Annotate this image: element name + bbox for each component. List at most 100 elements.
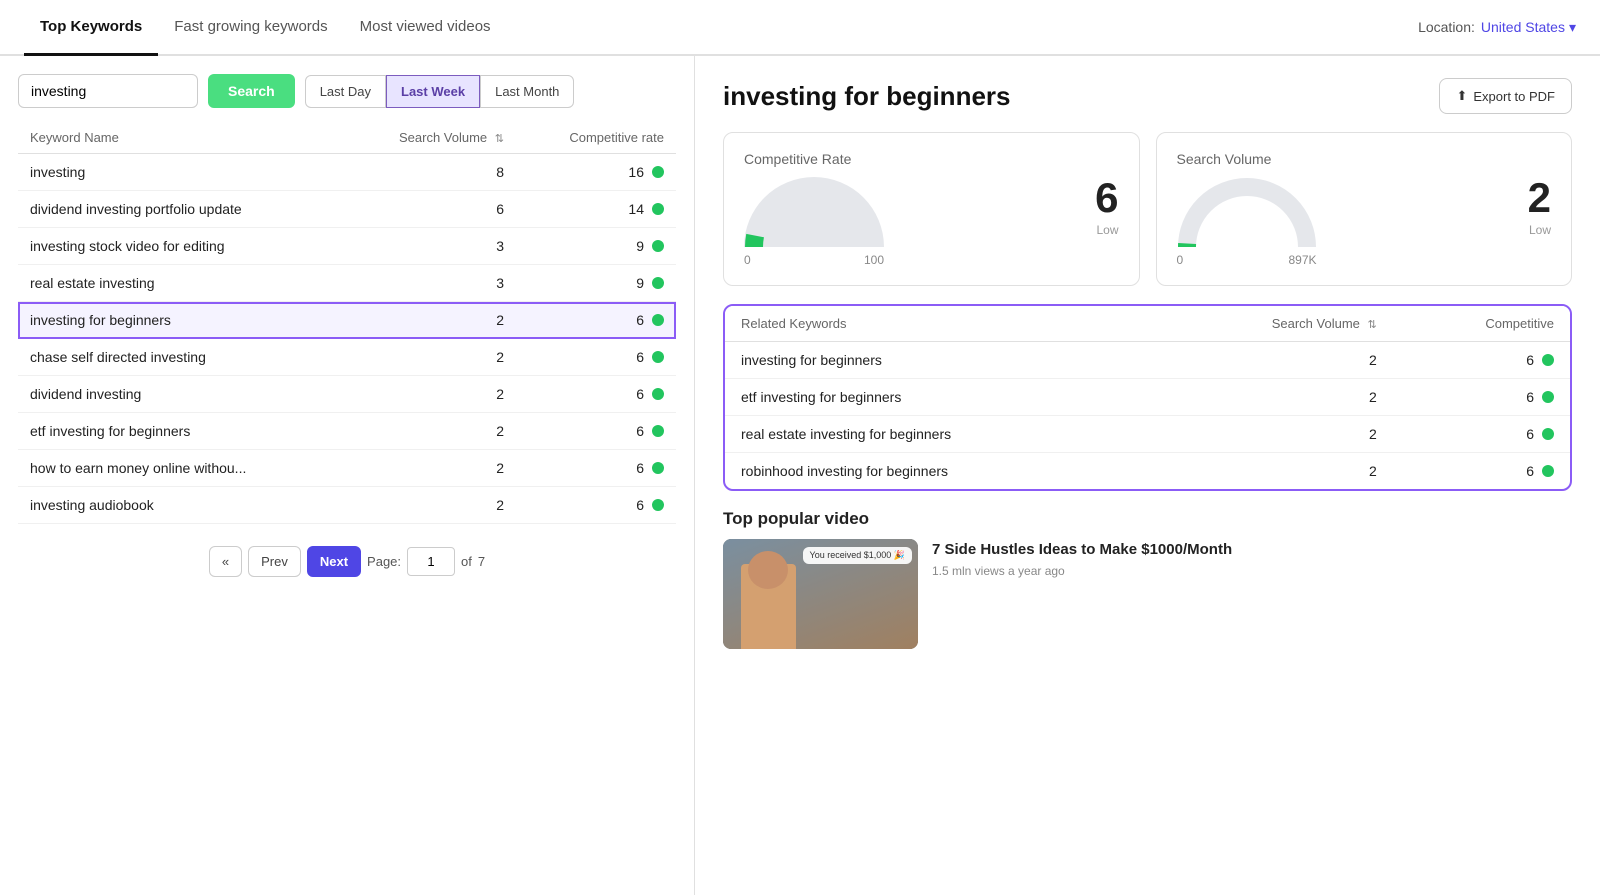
keyword-cell: investing stock video for editing bbox=[18, 228, 342, 265]
video-thumbnail: You received $1,000 🎉 bbox=[723, 539, 918, 649]
of-label: of bbox=[461, 554, 472, 569]
competitive-value: 6 bbox=[636, 497, 644, 513]
related-table-row[interactable]: robinhood investing for beginners 2 6 bbox=[725, 453, 1570, 490]
table-row[interactable]: etf investing for beginners 2 6 bbox=[18, 413, 676, 450]
related-competitive-dot bbox=[1542, 354, 1554, 366]
video-card[interactable]: You received $1,000 🎉 7 Side Hustles Ide… bbox=[723, 539, 1572, 649]
location-link[interactable]: United States ▾ bbox=[1481, 19, 1576, 36]
search-volume-label: Search Volume bbox=[1177, 151, 1552, 167]
related-keywords-section: Related Keywords Search Volume ⇅ Competi… bbox=[723, 304, 1572, 491]
right-panel: investing for beginners ⬆ Export to PDF … bbox=[695, 56, 1600, 895]
competitive-value: 6 bbox=[636, 312, 644, 328]
search-volume-card: Search Volume 0 897K bbox=[1156, 132, 1573, 286]
volume-cell: 6 bbox=[342, 191, 516, 228]
related-competitive-value: 6 bbox=[1526, 389, 1534, 405]
table-row[interactable]: investing 8 16 bbox=[18, 154, 676, 191]
video-meta: 1.5 mln views a year ago bbox=[932, 564, 1232, 578]
table-row[interactable]: dividend investing portfolio update 6 14 bbox=[18, 191, 676, 228]
filter-last-day[interactable]: Last Day bbox=[305, 75, 386, 108]
competitive-dot bbox=[652, 314, 664, 326]
competitive-cell: 6 bbox=[516, 450, 676, 487]
tab-fast-growing[interactable]: Fast growing keywords bbox=[158, 0, 343, 56]
related-sort-icon[interactable]: ⇅ bbox=[1368, 319, 1377, 331]
competitive-cell: 9 bbox=[516, 265, 676, 302]
volume-cell: 2 bbox=[342, 487, 516, 524]
competitive-cell: 6 bbox=[516, 339, 676, 376]
prev-button[interactable]: Prev bbox=[248, 546, 301, 577]
related-col-competitive: Competitive bbox=[1393, 306, 1570, 342]
keyword-cell: investing bbox=[18, 154, 342, 191]
table-row[interactable]: chase self directed investing 2 6 bbox=[18, 339, 676, 376]
col-competitive-rate: Competitive rate bbox=[516, 122, 676, 154]
first-page-button[interactable]: « bbox=[209, 546, 242, 577]
table-row[interactable]: real estate investing 3 9 bbox=[18, 265, 676, 302]
volume-cell: 2 bbox=[342, 450, 516, 487]
export-label: Export to PDF bbox=[1473, 89, 1555, 104]
related-col-keyword: Related Keywords bbox=[725, 306, 1151, 342]
filter-last-week[interactable]: Last Week bbox=[386, 75, 480, 108]
competitive-dot bbox=[652, 499, 664, 511]
tab-top-keywords[interactable]: Top Keywords bbox=[24, 0, 158, 56]
detail-header: investing for beginners ⬆ Export to PDF bbox=[723, 78, 1572, 114]
export-button[interactable]: ⬆ Export to PDF bbox=[1439, 78, 1572, 114]
related-table-row[interactable]: etf investing for beginners 2 6 bbox=[725, 379, 1570, 416]
keyword-cell: dividend investing portfolio update bbox=[18, 191, 342, 228]
sort-volume-icon[interactable]: ⇅ bbox=[495, 133, 504, 145]
next-button[interactable]: Next bbox=[307, 546, 361, 577]
competitive-dot bbox=[652, 351, 664, 363]
competitive-value: 14 bbox=[628, 201, 644, 217]
competitive-dot bbox=[652, 277, 664, 289]
related-competitive-dot bbox=[1542, 428, 1554, 440]
keyword-cell: real estate investing bbox=[18, 265, 342, 302]
competitive-rate-value: 6 bbox=[1095, 177, 1118, 219]
competitive-value: 6 bbox=[636, 349, 644, 365]
search-volume-gauge-labels: 0 897K bbox=[1177, 253, 1317, 267]
app-container: Top Keywords Fast growing keywords Most … bbox=[0, 0, 1600, 895]
competitive-dot bbox=[652, 388, 664, 400]
competitive-rate-card: Competitive Rate 0 bbox=[723, 132, 1140, 286]
competitive-dot bbox=[652, 166, 664, 178]
related-table-row[interactable]: real estate investing for beginners 2 6 bbox=[725, 416, 1570, 453]
related-volume-cell: 2 bbox=[1151, 453, 1392, 490]
video-overlay-text: You received $1,000 🎉 bbox=[803, 547, 912, 564]
volume-cell: 3 bbox=[342, 228, 516, 265]
top-video-title: Top popular video bbox=[723, 509, 1572, 529]
related-competitive-cell: 6 bbox=[1393, 453, 1570, 490]
table-row[interactable]: dividend investing 2 6 bbox=[18, 376, 676, 413]
related-table-row[interactable]: investing for beginners 2 6 bbox=[725, 342, 1570, 379]
related-competitive-value: 6 bbox=[1526, 463, 1534, 479]
competitive-cell: 14 bbox=[516, 191, 676, 228]
location-value: United States bbox=[1481, 19, 1565, 35]
related-col-volume: Search Volume ⇅ bbox=[1151, 306, 1392, 342]
table-row[interactable]: investing for beginners 2 6 bbox=[18, 302, 676, 339]
related-competitive-cell: 6 bbox=[1393, 342, 1570, 379]
tab-most-viewed[interactable]: Most viewed videos bbox=[344, 0, 507, 56]
competitive-dot bbox=[652, 462, 664, 474]
related-keyword-cell: investing for beginners bbox=[725, 342, 1151, 379]
related-competitive-cell: 6 bbox=[1393, 379, 1570, 416]
filter-last-month[interactable]: Last Month bbox=[480, 75, 574, 108]
related-volume-cell: 2 bbox=[1151, 416, 1392, 453]
competitive-cell: 6 bbox=[516, 302, 676, 339]
related-keywords-table: Related Keywords Search Volume ⇅ Competi… bbox=[725, 306, 1570, 489]
volume-cell: 2 bbox=[342, 413, 516, 450]
volume-cell: 2 bbox=[342, 339, 516, 376]
detail-title: investing for beginners bbox=[723, 81, 1011, 112]
competitive-cell: 9 bbox=[516, 228, 676, 265]
table-row[interactable]: investing audiobook 2 6 bbox=[18, 487, 676, 524]
table-row[interactable]: investing stock video for editing 3 9 bbox=[18, 228, 676, 265]
related-volume-cell: 2 bbox=[1151, 379, 1392, 416]
table-row[interactable]: how to earn money online withou... 2 6 bbox=[18, 450, 676, 487]
competitive-dot bbox=[652, 203, 664, 215]
keyword-cell: investing audiobook bbox=[18, 487, 342, 524]
top-nav: Top Keywords Fast growing keywords Most … bbox=[0, 0, 1600, 56]
related-competitive-value: 6 bbox=[1526, 352, 1534, 368]
competitive-gauge-labels: 0 100 bbox=[744, 253, 884, 267]
search-button[interactable]: Search bbox=[208, 74, 295, 108]
location-area: Location: United States ▾ bbox=[1418, 19, 1576, 36]
search-input[interactable] bbox=[18, 74, 198, 108]
related-keyword-cell: robinhood investing for beginners bbox=[725, 453, 1151, 490]
page-input[interactable] bbox=[407, 547, 455, 576]
related-competitive-dot bbox=[1542, 465, 1554, 477]
competitive-value: 6 bbox=[636, 386, 644, 402]
